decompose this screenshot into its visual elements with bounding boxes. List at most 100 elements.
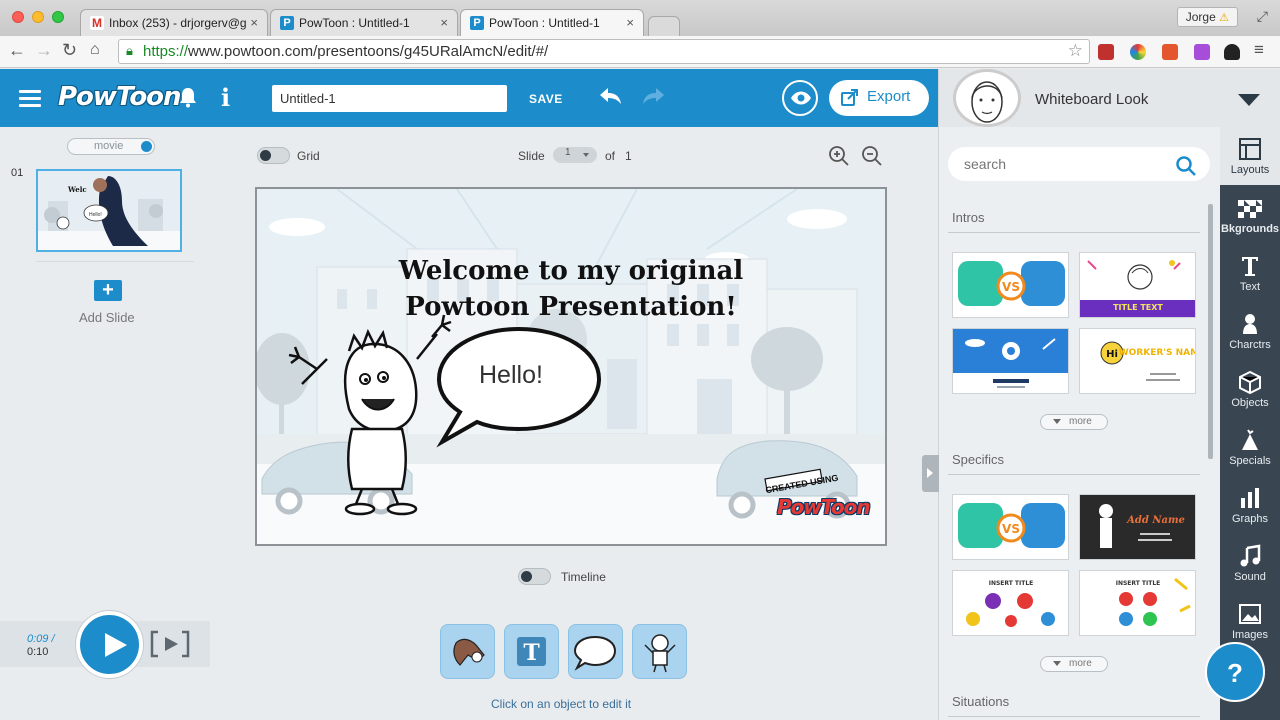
bookmark-star-icon[interactable]: ☆ xyxy=(1068,41,1083,61)
slide-title[interactable]: Welcome to my original Powtoon Presentat… xyxy=(257,253,885,325)
maximize-window-button[interactable] xyxy=(52,11,64,23)
address-bar[interactable]: 🔒︎ https://www.powtoon.com/presentoons/g… xyxy=(118,39,1090,64)
divider xyxy=(948,716,1200,717)
browser-menu-icon[interactable]: ≡ xyxy=(1254,40,1264,60)
info-icon[interactable]: i xyxy=(221,83,230,112)
backgrounds-icon xyxy=(1238,200,1262,218)
minimize-window-button[interactable] xyxy=(32,11,44,23)
preview-eye-button[interactable] xyxy=(782,80,818,116)
template-specific-chalkboard[interactable]: Add Name xyxy=(1079,494,1196,560)
rail-label: Graphs xyxy=(1231,513,1269,525)
browser-tab-powtoon-2[interactable]: P PowToon : Untitled-1 × xyxy=(460,9,644,36)
gmail-icon: M xyxy=(90,16,104,30)
rail-item-specials[interactable]: Specials xyxy=(1220,418,1280,476)
home-icon[interactable]: ⌂ xyxy=(90,41,100,59)
skip-icon xyxy=(150,630,190,658)
rail-item-characters[interactable]: Charctrs xyxy=(1220,302,1280,360)
slide-current: 1 xyxy=(565,147,571,158)
notifications-bell-icon[interactable] xyxy=(178,86,198,114)
rail-item-objects[interactable]: Objects xyxy=(1220,360,1280,418)
template-intro-workers-name[interactable]: Hi WORKER'S NAME xyxy=(1079,328,1196,394)
export-label: Export xyxy=(867,88,911,105)
library-scrollbar[interactable] xyxy=(1208,204,1213,459)
rail-label: Images xyxy=(1231,629,1269,641)
tpl-title-text: TITLE TEXT xyxy=(1113,303,1163,312)
tab-title: PowToon : Untitled-1 xyxy=(299,16,410,30)
undo-icon[interactable] xyxy=(598,83,624,114)
extension-film-icon[interactable] xyxy=(1098,44,1114,60)
browser-toolbar: ← → ↻ ⌂ 🔒︎ https://www.powtoon.com/prese… xyxy=(0,36,1280,68)
forward-icon[interactable]: → xyxy=(35,40,53,61)
export-button[interactable]: Export xyxy=(829,80,929,116)
template-intro-blue[interactable] xyxy=(952,328,1069,394)
template-intro-vs[interactable]: VS xyxy=(952,252,1069,318)
slide-selector[interactable]: 1 xyxy=(553,147,597,163)
template-specific-vs[interactable]: VS xyxy=(952,494,1069,560)
extension-color-icon[interactable] xyxy=(1130,44,1146,60)
speech-bubble-text[interactable]: Hello! xyxy=(479,361,543,390)
character-tool[interactable] xyxy=(632,624,687,679)
play-button[interactable] xyxy=(76,611,143,678)
lock-icon: 🔒︎ xyxy=(126,43,133,58)
rail-label: Text xyxy=(1239,281,1261,293)
save-button[interactable]: SAVE xyxy=(529,92,563,106)
slide-title-line-1: Welcome to my original xyxy=(398,256,744,286)
close-tab-icon[interactable]: × xyxy=(626,15,634,30)
rail-item-images[interactable]: Images xyxy=(1220,592,1280,650)
reload-icon[interactable]: ↻ xyxy=(62,40,77,61)
chevron-down-icon xyxy=(1053,661,1061,666)
specifics-more-button[interactable]: more xyxy=(1040,656,1108,672)
search-input[interactable] xyxy=(948,147,1210,181)
slide-thumbnail[interactable]: Welc Hello! xyxy=(36,169,182,252)
rail-item-graphs[interactable]: Graphs xyxy=(1220,476,1280,534)
slide-canvas[interactable]: Welcome to my original Powtoon Presentat… xyxy=(255,187,887,546)
zoom-out-icon[interactable] xyxy=(861,145,883,167)
extension-spy-icon[interactable] xyxy=(1224,44,1240,60)
browser-tab-gmail[interactable]: M Inbox (253) - drjorgerv@g × xyxy=(80,9,268,36)
intros-more-button[interactable]: more xyxy=(1040,414,1108,430)
chevron-down-icon[interactable] xyxy=(1238,94,1260,106)
presentation-title-input[interactable] xyxy=(272,85,507,112)
grid-toggle[interactable] xyxy=(257,147,290,164)
powtoon-logo[interactable]: PowToon xyxy=(58,82,182,112)
add-slide-label[interactable]: Add Slide xyxy=(79,310,135,325)
new-tab-button[interactable] xyxy=(648,16,680,36)
template-intro-title-text[interactable]: TITLE TEXT xyxy=(1079,252,1196,318)
fullscreen-icon[interactable]: ⤢ xyxy=(1257,8,1268,25)
toggle-knob xyxy=(521,571,532,582)
collapse-panel-button[interactable] xyxy=(922,455,939,492)
category-rail: Layouts Bkgrounds Text Charctrs Objects … xyxy=(1220,127,1280,720)
hand-animation-tool[interactable] xyxy=(440,624,495,679)
menu-icon[interactable] xyxy=(19,90,41,107)
movie-mode-label: movie xyxy=(94,140,124,152)
template-specific-insert-title-2[interactable]: INSERT TITLE xyxy=(1079,570,1196,636)
close-tab-icon[interactable]: × xyxy=(440,15,448,30)
back-icon[interactable]: ← xyxy=(8,40,26,61)
tpl-insert-title: INSERT TITLE xyxy=(1116,580,1161,587)
extension-book-icon[interactable] xyxy=(1162,44,1178,60)
timeline-label: Timeline xyxy=(561,570,606,584)
browser-tab-powtoon-1[interactable]: P PowToon : Untitled-1 × xyxy=(270,9,458,36)
profile-button[interactable]: Jorge ⚠ xyxy=(1176,7,1238,27)
timeline-toggle[interactable] xyxy=(518,568,551,585)
close-window-button[interactable] xyxy=(12,11,24,23)
watermark-logo: PowToon xyxy=(777,495,871,519)
rail-item-sound[interactable]: Sound xyxy=(1220,534,1280,592)
images-icon xyxy=(1239,604,1261,624)
style-selector[interactable]: Whiteboard Look xyxy=(938,69,1280,127)
search-icon[interactable] xyxy=(1176,156,1196,176)
help-button[interactable]: ? xyxy=(1205,642,1265,702)
extension-puzzle-icon[interactable] xyxy=(1194,44,1210,60)
movie-mode-toggle[interactable]: movie xyxy=(67,138,155,155)
zoom-in-icon[interactable] xyxy=(828,145,850,167)
add-slide-button[interactable]: + xyxy=(94,280,122,301)
rail-item-text[interactable]: Text xyxy=(1220,244,1280,302)
close-tab-icon[interactable]: × xyxy=(250,15,258,30)
text-tool[interactable]: T xyxy=(504,624,559,679)
rail-item-layouts[interactable]: Layouts xyxy=(1220,127,1280,185)
rail-item-backgrounds[interactable]: Bkgrounds xyxy=(1220,186,1280,244)
play-from-slide-button[interactable] xyxy=(150,630,190,658)
redo-icon[interactable] xyxy=(640,83,666,114)
template-specific-insert-title-1[interactable]: INSERT TITLE xyxy=(952,570,1069,636)
speech-bubble-tool[interactable] xyxy=(568,624,623,679)
